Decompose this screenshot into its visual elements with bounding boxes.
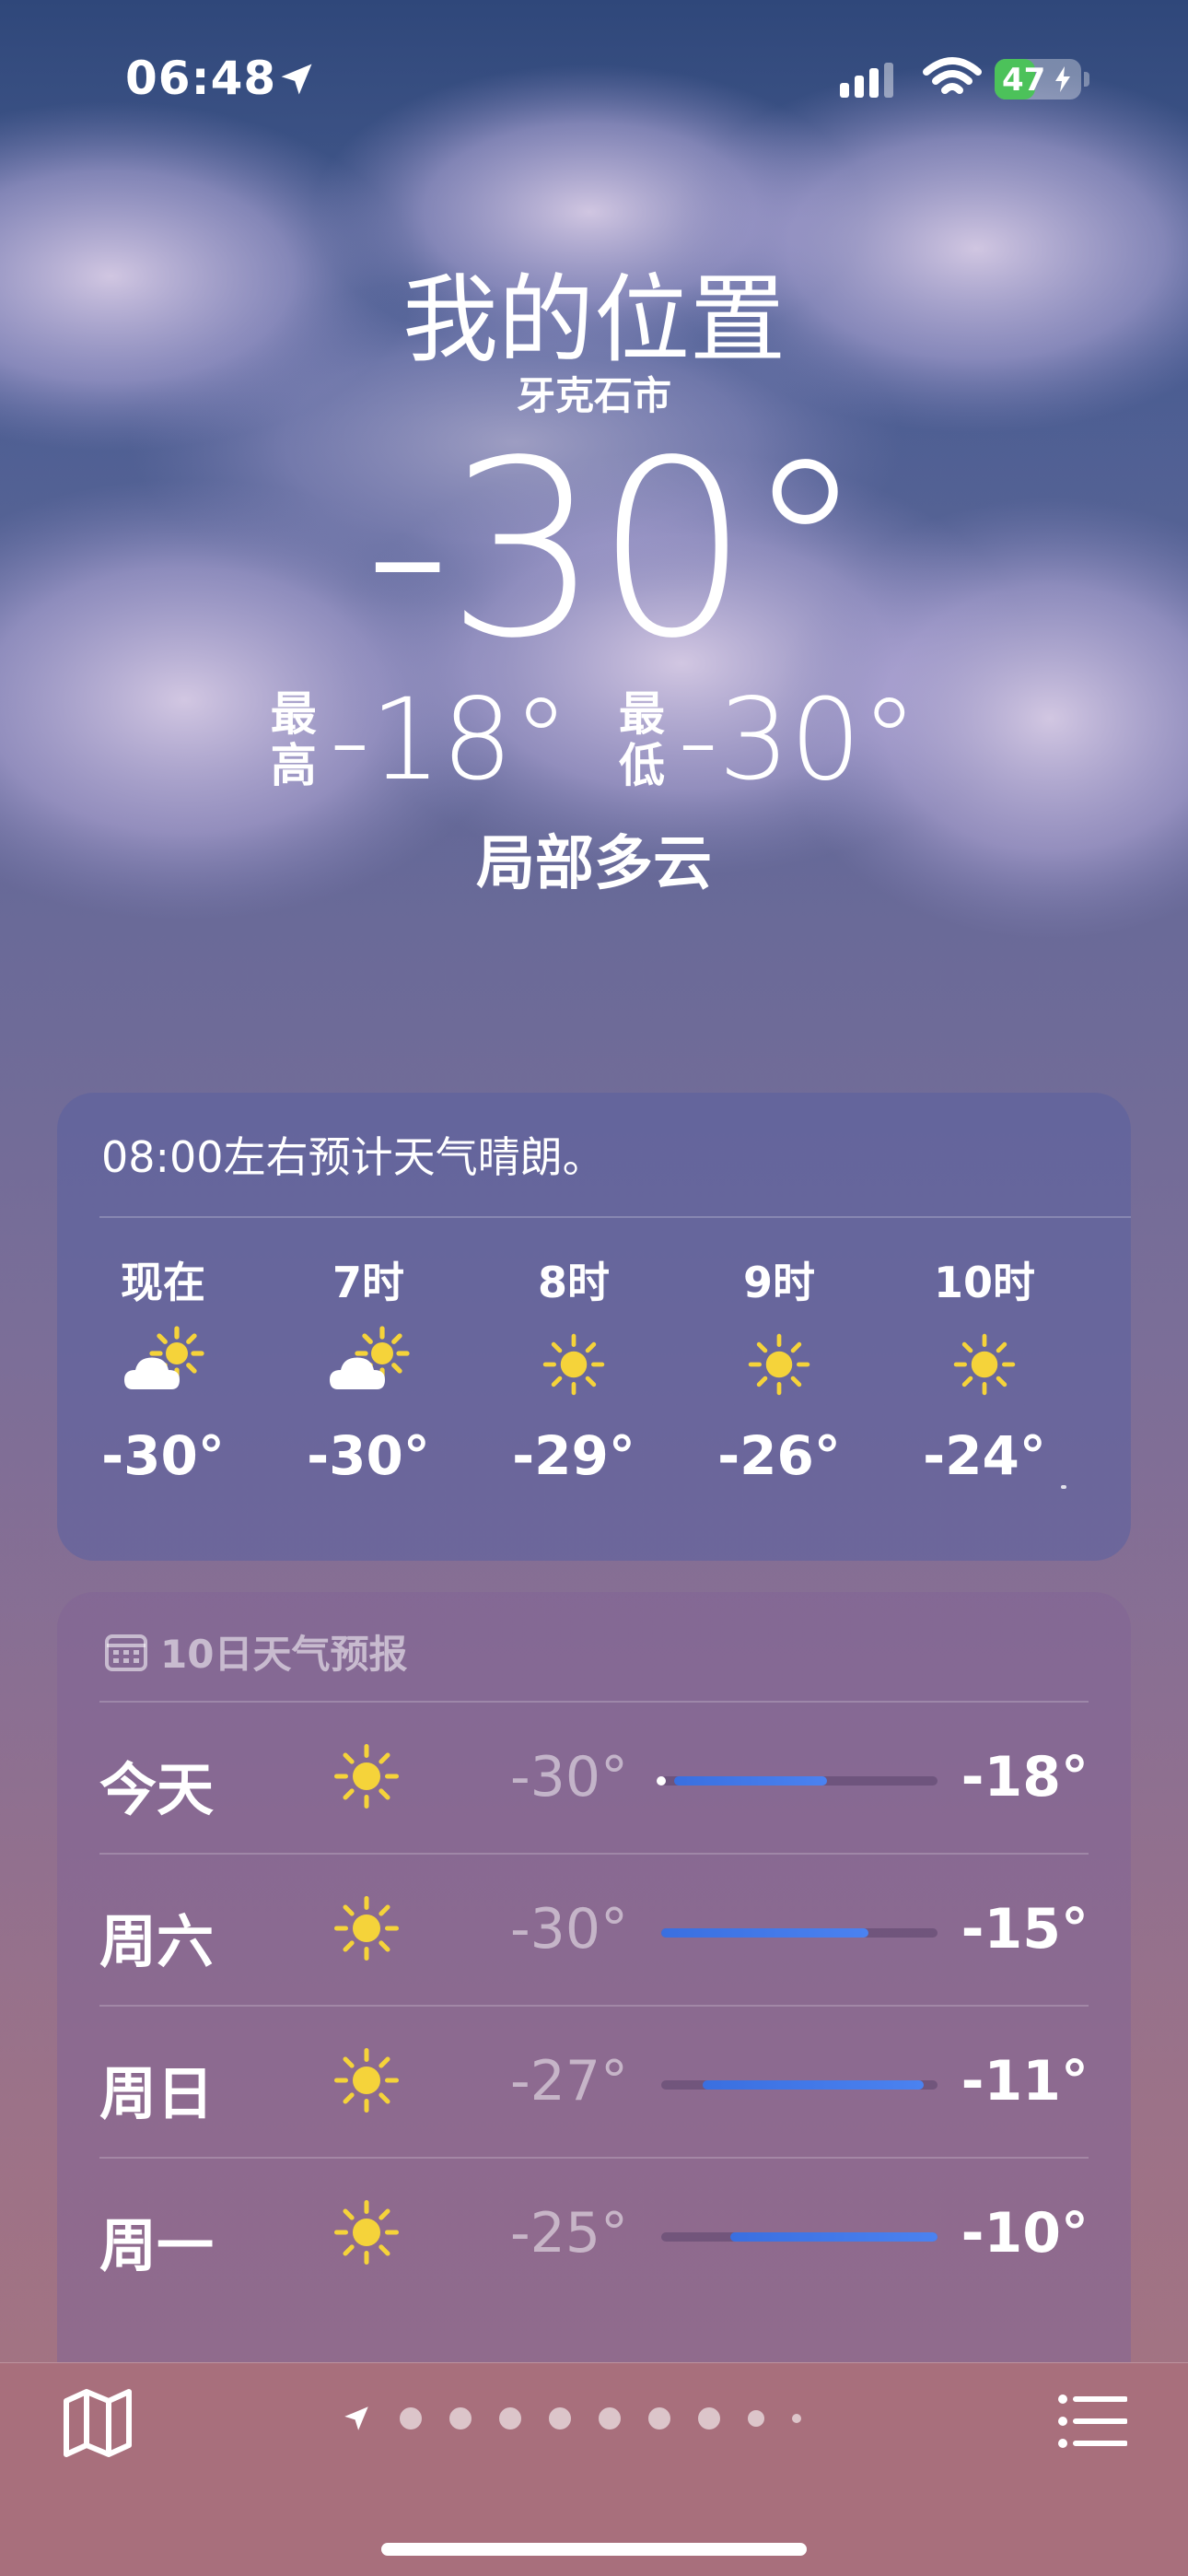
day-row[interactable]: 周日 -27° -11° [99, 2005, 1089, 2157]
hour-label: 10时 [933, 1258, 1035, 1307]
location-title: 我的位置 [402, 263, 786, 376]
temperature-range-track [661, 1928, 938, 1938]
temperature-range-track [661, 2080, 938, 2090]
sun-icon [330, 2043, 403, 2121]
hour-temperature: -24° [923, 1424, 1046, 1487]
day-row[interactable]: 周六 -30° -15° [99, 1853, 1089, 2005]
hour-temperature: -30° [101, 1424, 225, 1487]
location-arrow-icon [281, 64, 312, 95]
day-name: 周日 [99, 2060, 215, 2127]
page-dot [748, 2410, 764, 2427]
low-label: 最 低 [619, 687, 665, 792]
calendar-icon [105, 1633, 147, 1671]
hour-label: 现在 [121, 1258, 205, 1307]
condition-text: 局部多云 [476, 830, 712, 898]
sun-icon [330, 1891, 403, 1969]
home-indicator[interactable] [381, 2543, 807, 2556]
list-icon[interactable] [1057, 2392, 1127, 2451]
page-dot [599, 2407, 621, 2430]
day-row[interactable]: 周一 -25° -10° [99, 2157, 1089, 2309]
page-dot [549, 2407, 571, 2430]
high-low-row: 最 高 -18° 最 低 -30° [0, 684, 1188, 796]
sun-icon [330, 2195, 403, 2273]
charging-bolt-icon [1055, 66, 1070, 92]
status-time: 06:48 [125, 52, 277, 105]
temperature-range-bar [730, 2232, 938, 2242]
page-dot [792, 2414, 801, 2423]
current-temperature: -30° [364, 409, 866, 692]
hourly-item: 10时 -24° [915, 1249, 1054, 1487]
hour-label: 9时 [742, 1258, 815, 1307]
hour-temperature: -26° [717, 1424, 841, 1487]
partly-cloudy-icon [299, 1305, 437, 1424]
hourly-item: 8时 -29° [505, 1249, 643, 1487]
day-name: 周六 [99, 1908, 215, 1975]
sun-icon [710, 1305, 848, 1424]
day-high: -15° [961, 1897, 1089, 1961]
temperature-range-bar [674, 1776, 827, 1786]
temperature-range-bar [661, 1928, 868, 1938]
page-dot [499, 2407, 521, 2430]
day-low: -25° [510, 2201, 628, 2266]
ten-day-title: 10日天气预报 [160, 1632, 408, 1677]
day-name: 今天 [99, 1756, 215, 1823]
hour-temperature: -30° [307, 1424, 430, 1487]
temperature-range-bar [703, 2080, 924, 2090]
hour-label: 7时 [332, 1258, 404, 1307]
cellular-signal-icon [840, 63, 893, 98]
sun-icon [330, 1739, 403, 1817]
hourly-item: 现在 -30° [94, 1249, 232, 1487]
hourly-item: 7时 -30° [299, 1249, 437, 1487]
day-high: -10° [961, 2201, 1089, 2266]
high-temperature: -18° [329, 674, 569, 805]
hourly-overflow-indicator [1061, 1485, 1066, 1489]
low-temperature: -30° [678, 674, 918, 805]
page-dot [648, 2407, 670, 2430]
page-indicator[interactable] [341, 2403, 801, 2434]
map-icon[interactable] [61, 2388, 134, 2458]
hourly-summary: 08:00左右预计天气晴朗。 [101, 1132, 605, 1182]
day-low: -27° [510, 2049, 628, 2113]
day-high: -11° [961, 2049, 1089, 2113]
hour-temperature: -29° [512, 1424, 635, 1487]
day-high: -18° [961, 1745, 1089, 1809]
current-temp-dot [657, 1776, 666, 1786]
day-name: 周一 [99, 2212, 215, 2279]
page-dot [400, 2407, 422, 2430]
day-low: -30° [510, 1897, 628, 1961]
sun-icon [505, 1305, 643, 1424]
battery-percent: 47 [1002, 62, 1046, 99]
hourly-item: 9时 -26° [710, 1249, 848, 1487]
day-row[interactable]: 今天 -30° -18° [99, 1701, 1089, 1853]
battery-cap [1084, 72, 1089, 87]
ten-day-header: 10日天气预报 [105, 1623, 407, 1680]
temperature-range-track [657, 1776, 938, 1786]
location-arrow-icon [344, 2406, 368, 2430]
page-dot [698, 2407, 720, 2430]
day-low: -30° [510, 1745, 628, 1809]
sun-icon [915, 1305, 1054, 1424]
page-dot [449, 2407, 472, 2430]
wifi-icon [923, 57, 982, 94]
temperature-range-track [661, 2232, 938, 2242]
high-label: 最 高 [270, 687, 317, 792]
hour-label: 8时 [537, 1258, 610, 1307]
hourly-forecast-card[interactable]: 08:00左右预计天气晴朗。 现在 -30° 7时 -30° 8时 -29° 9… [57, 1093, 1131, 1561]
battery-charging-icon: 47 [995, 59, 1081, 100]
divider [99, 1216, 1131, 1218]
partly-cloudy-icon [94, 1305, 232, 1424]
